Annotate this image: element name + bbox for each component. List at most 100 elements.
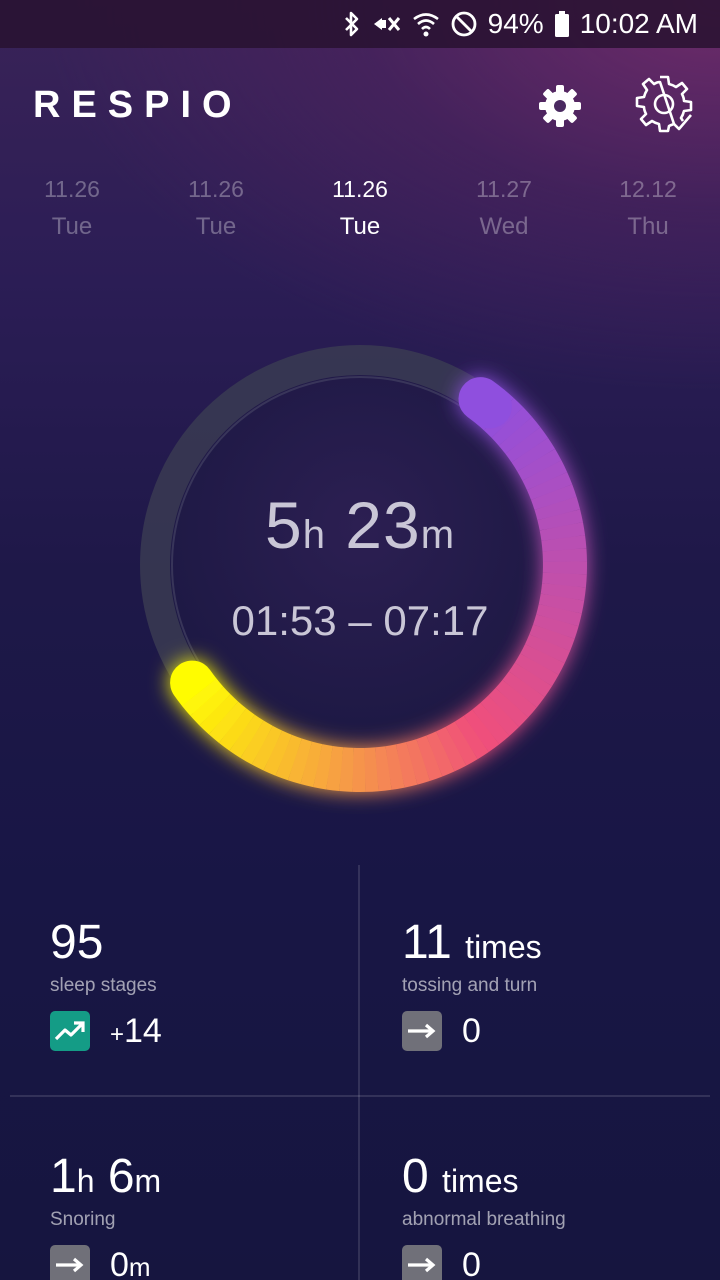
stat-label: tossing and turn: [402, 975, 538, 996]
stat-value: 0 times: [402, 1150, 519, 1203]
wifi-icon: [412, 10, 440, 38]
sleep-arc-segment: [190, 686, 231, 726]
sleep-arc-segment: [463, 709, 500, 752]
stat-sleep-stages[interactable]: 95 sleep stages +14: [50, 865, 390, 1095]
sleep-arc-segment: [326, 745, 344, 792]
trend-flat-icon: [402, 1011, 442, 1051]
sleep-arc-segment: [385, 744, 405, 790]
sleep-arc-segment: [181, 678, 224, 716]
sleep-arc-segment: [522, 460, 568, 491]
sleep-arc-segment: [426, 731, 455, 777]
stat-trend: 0m: [50, 1245, 151, 1280]
sleep-arc-segment: [511, 437, 556, 472]
duration-minutes: 23: [345, 488, 421, 562]
status-bar: 94% 10:02 AM: [0, 0, 720, 48]
battery-percent: 94%: [487, 8, 544, 39]
stat-snoring[interactable]: 1h 6m Snoring 0m: [50, 1099, 390, 1280]
date-item[interactable]: 12.12 Thu: [576, 170, 720, 246]
stat-trend: 0: [402, 1245, 481, 1280]
sleep-arc-segment: [517, 448, 562, 481]
divider: [10, 1095, 710, 1097]
sleep-arc-segment: [505, 427, 548, 463]
sleep-arc-segment: [275, 734, 303, 781]
sleep-arc-segment: [395, 742, 418, 788]
gear-outline-icon: [633, 73, 695, 140]
sleep-duration: 5h 23m: [110, 487, 610, 563]
duration-hours-unit: h: [302, 513, 326, 557]
sleep-arc-segment: [445, 721, 478, 766]
date-label: 11.27: [476, 176, 532, 202]
stat-trend: +14: [50, 1011, 162, 1051]
app-title: RESPIO: [33, 84, 243, 126]
date-item[interactable]: 11.27 Wed: [432, 170, 576, 246]
bluetooth-icon: [342, 10, 362, 38]
stat-tossing[interactable]: 11 times tossing and turn 0: [402, 865, 720, 1095]
app-header: RESPIO: [0, 48, 720, 160]
sleep-ring: 5h 23m 01:53 – 07:17: [110, 315, 610, 815]
sleep-arc-segment: [436, 726, 467, 772]
trend-change: 0: [462, 1245, 481, 1280]
trend-flat-icon: [402, 1245, 442, 1280]
stat-trend: 0: [402, 1011, 481, 1051]
date-label: 12.12: [619, 176, 677, 202]
sleep-arc-segment: [199, 694, 239, 735]
sleep-arc-segment: [374, 746, 392, 792]
duration-hours: 5: [264, 488, 303, 562]
trend-up-icon: [50, 1011, 90, 1051]
sleep-arc-segment: [540, 583, 586, 601]
trend-flat-icon: [50, 1245, 90, 1280]
sleep-arc-segment: [287, 738, 313, 785]
stat-label: abnormal breathing: [402, 1209, 566, 1230]
day-label: Tue: [195, 213, 237, 240]
stat-abnormal-breathing[interactable]: 0 times abnormal breathing 0: [402, 1099, 720, 1280]
sleep-arc-segment: [339, 747, 354, 792]
trend-change: 0m: [110, 1245, 151, 1280]
sleep-arc-segment: [406, 739, 431, 785]
date-item[interactable]: 11.26 Tue: [0, 170, 144, 246]
day-label: Wed: [479, 213, 529, 240]
sleep-arc-segment: [520, 643, 565, 675]
stat-label: Snoring: [50, 1209, 116, 1230]
status-time: 10:02 AM: [579, 8, 698, 39]
trend-change: 0: [462, 1011, 481, 1050]
vibrate-icon: [372, 10, 402, 38]
stat-value: 1h 6m: [50, 1150, 162, 1203]
sleep-arc-segment: [251, 725, 283, 771]
stats-grid: 95 sleep stages +14 11 times tossing and…: [0, 865, 720, 1280]
date-label: 11.26: [332, 176, 388, 202]
sleep-arc-segment: [542, 572, 587, 588]
gear-icon: [538, 84, 582, 133]
sleep-arc-segment: [495, 679, 537, 718]
sleep-arc-segment: [300, 741, 323, 788]
sleep-arc-segment: [364, 747, 379, 792]
day-label: Thu: [627, 213, 669, 240]
sleep-arc-segment: [488, 687, 529, 727]
sleep-arc-segment: [454, 715, 489, 760]
sleep-arc-segment: [240, 720, 273, 765]
sleep-arc-segment: [263, 730, 293, 776]
trend-change: +14: [110, 1011, 162, 1050]
sleep-ring-graphic: [140, 345, 587, 792]
sleep-arc-segment: [491, 407, 533, 446]
sleep-arc-segment: [502, 671, 545, 708]
stat-value: 11 times: [402, 916, 542, 969]
sleep-arc-segment: [508, 662, 553, 697]
duration-minutes-unit: m: [420, 513, 456, 557]
sleep-arc-segment: [208, 701, 247, 743]
stat-value: 95: [50, 916, 104, 969]
date-item[interactable]: 11.26 Tue: [144, 170, 288, 246]
sleep-time-range: 01:53 – 07:17: [231, 597, 489, 644]
settings-button[interactable]: [530, 78, 590, 138]
sleep-arc-segment: [472, 702, 510, 745]
stat-label: sleep stages: [50, 975, 157, 996]
sleep-arc-segment: [416, 735, 443, 781]
sleep-arc-segment: [458, 377, 512, 429]
day-label: Tue: [339, 213, 381, 240]
sleep-arc-segment: [218, 708, 255, 751]
day-label: Tue: [51, 213, 93, 240]
sleep-arc-segment: [514, 653, 559, 687]
sleep-arc-segment: [480, 695, 520, 736]
device-settings-button[interactable]: [632, 74, 696, 138]
date-item-selected[interactable]: 11.26 Tue: [288, 170, 432, 246]
date-selector: 11.26 Tue 11.26 Tue 11.26 Tue 11.27 Wed …: [0, 170, 720, 250]
